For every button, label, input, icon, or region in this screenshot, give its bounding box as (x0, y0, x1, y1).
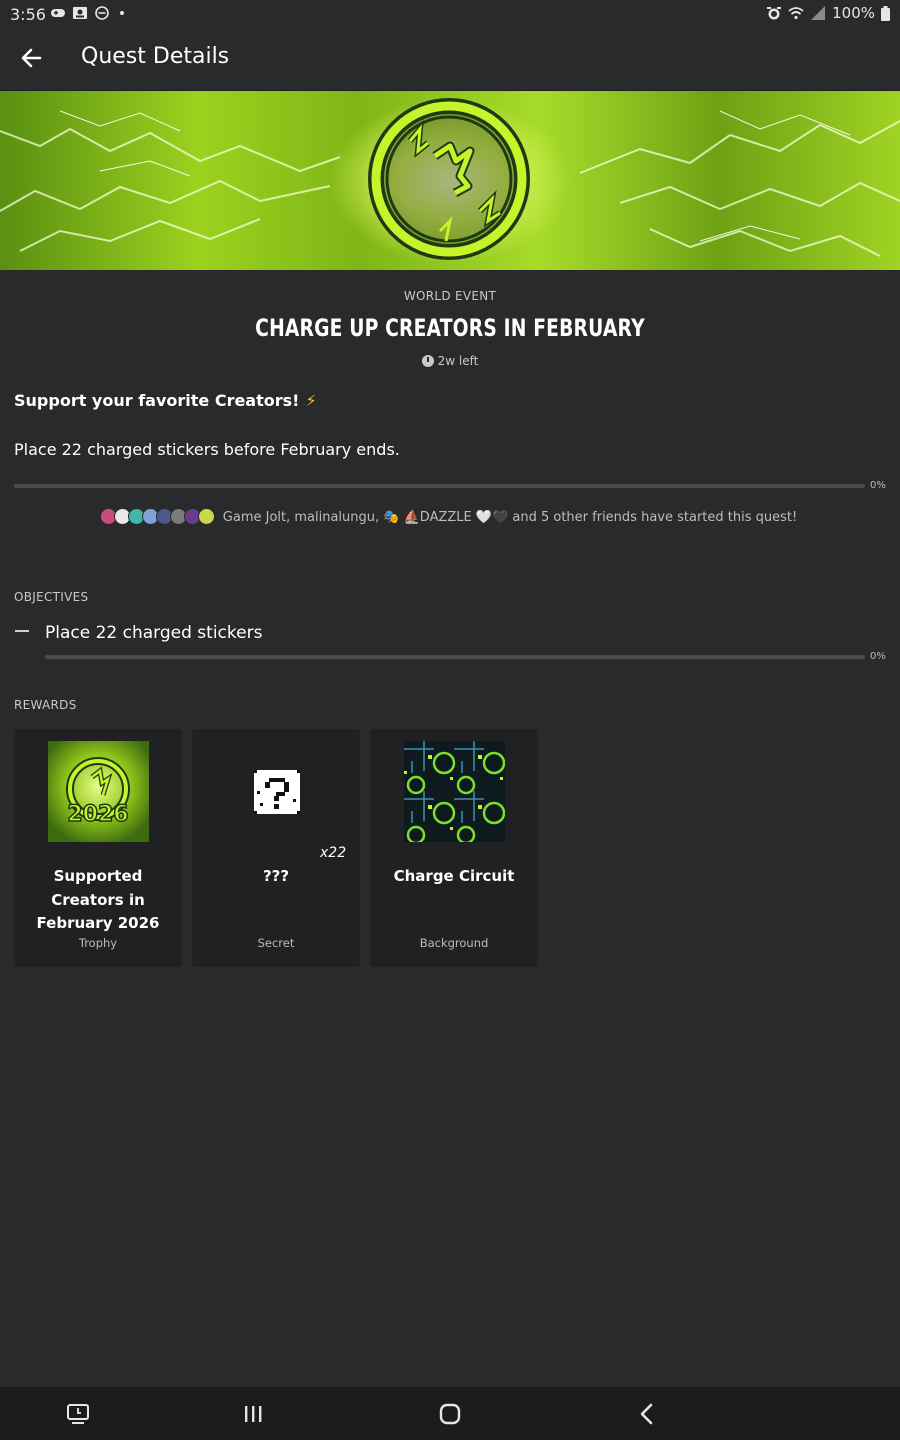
time-left-text: 2w left (437, 354, 479, 368)
quest-title: CHARGE UP CREATORS IN FEBRUARY (255, 314, 645, 342)
mystery-question-icon (254, 770, 300, 814)
recent-apps-icon[interactable] (238, 1399, 268, 1429)
lightning-bolt-icon: ⚡ (305, 391, 317, 410)
objective-text: Place 22 charged stickers (45, 623, 263, 643)
page-title: Quest Details (81, 44, 230, 69)
reward-type: Secret (257, 936, 295, 950)
objective-progress-bar (45, 655, 865, 659)
quest-progress-label: 0% (870, 480, 886, 491)
notification-dot-icon (120, 11, 124, 15)
clock-icon (421, 355, 434, 367)
reward-card-background[interactable]: Charge Circuit Background (370, 729, 538, 967)
game-controller-icon (51, 9, 65, 17)
quest-tagline: Support your favorite Creators! ⚡ (14, 391, 317, 410)
reward-card-secret[interactable]: x22 ??? Secret (192, 729, 360, 967)
battery-percent: 100% (832, 4, 875, 22)
status-right-icons: 100% (766, 4, 890, 22)
reward-name: Supported Creators in February 2026 (36, 867, 160, 932)
image-notification-icon (73, 7, 87, 19)
wifi-icon (788, 7, 804, 20)
do-not-disturb-icon (95, 6, 109, 20)
alarm-icon (767, 7, 782, 20)
reward-name: Charge Circuit (393, 867, 515, 885)
reward-name: ??? (262, 867, 290, 885)
time-left: 2w left (0, 354, 900, 368)
battery-icon (881, 5, 890, 21)
reward-type: Trophy (78, 936, 118, 950)
objectives-label: OBJECTIVES (14, 590, 89, 604)
home-icon[interactable] (435, 1399, 465, 1429)
reward-card-trophy[interactable]: 2026 Supported Creators in February 2026… (14, 729, 182, 967)
status-left-icons (50, 6, 132, 20)
quest-progress-bar (14, 484, 865, 488)
trophy-art-icon: 2026 (48, 741, 149, 842)
friend-names: Game Jolt, malinalungu, 🎭 ⛵DAZZLE 🤍🖤 (222, 510, 509, 525)
tagline-text: Support your favorite Creators! (14, 391, 300, 410)
circuit-background-art-icon (404, 741, 505, 842)
objective-progress-label: 0% (870, 651, 886, 662)
status-bar: 3:56 100% (0, 0, 900, 28)
objective-status-icon (15, 630, 29, 632)
status-time: 3:56 (10, 5, 46, 24)
quest-description: Place 22 charged stickers before Februar… (14, 440, 400, 459)
system-navigation-bar (0, 1387, 900, 1440)
signal-icon (811, 6, 826, 20)
reward-type: Background (419, 936, 489, 950)
app-bar: Quest Details (0, 28, 900, 91)
trophy-art-year: 2026 (67, 802, 128, 827)
friends-started[interactable]: Game Jolt, malinalungu, 🎭 ⛵DAZZLE 🤍🖤 and… (0, 508, 900, 529)
friend-avatars (99, 508, 215, 529)
lightning-emblem-icon (0, 98, 900, 260)
system-back-icon[interactable] (632, 1399, 662, 1429)
reward-quantity: x22 (320, 845, 347, 861)
friends-suffix: and 5 other friends have started this qu… (512, 510, 798, 525)
back-arrow-icon[interactable] (18, 44, 46, 72)
rewards-label: REWARDS (14, 698, 77, 712)
quest-banner-image (0, 91, 900, 270)
screen-recorder-icon[interactable] (63, 1399, 93, 1429)
quest-kicker: WORLD EVENT (403, 289, 497, 303)
